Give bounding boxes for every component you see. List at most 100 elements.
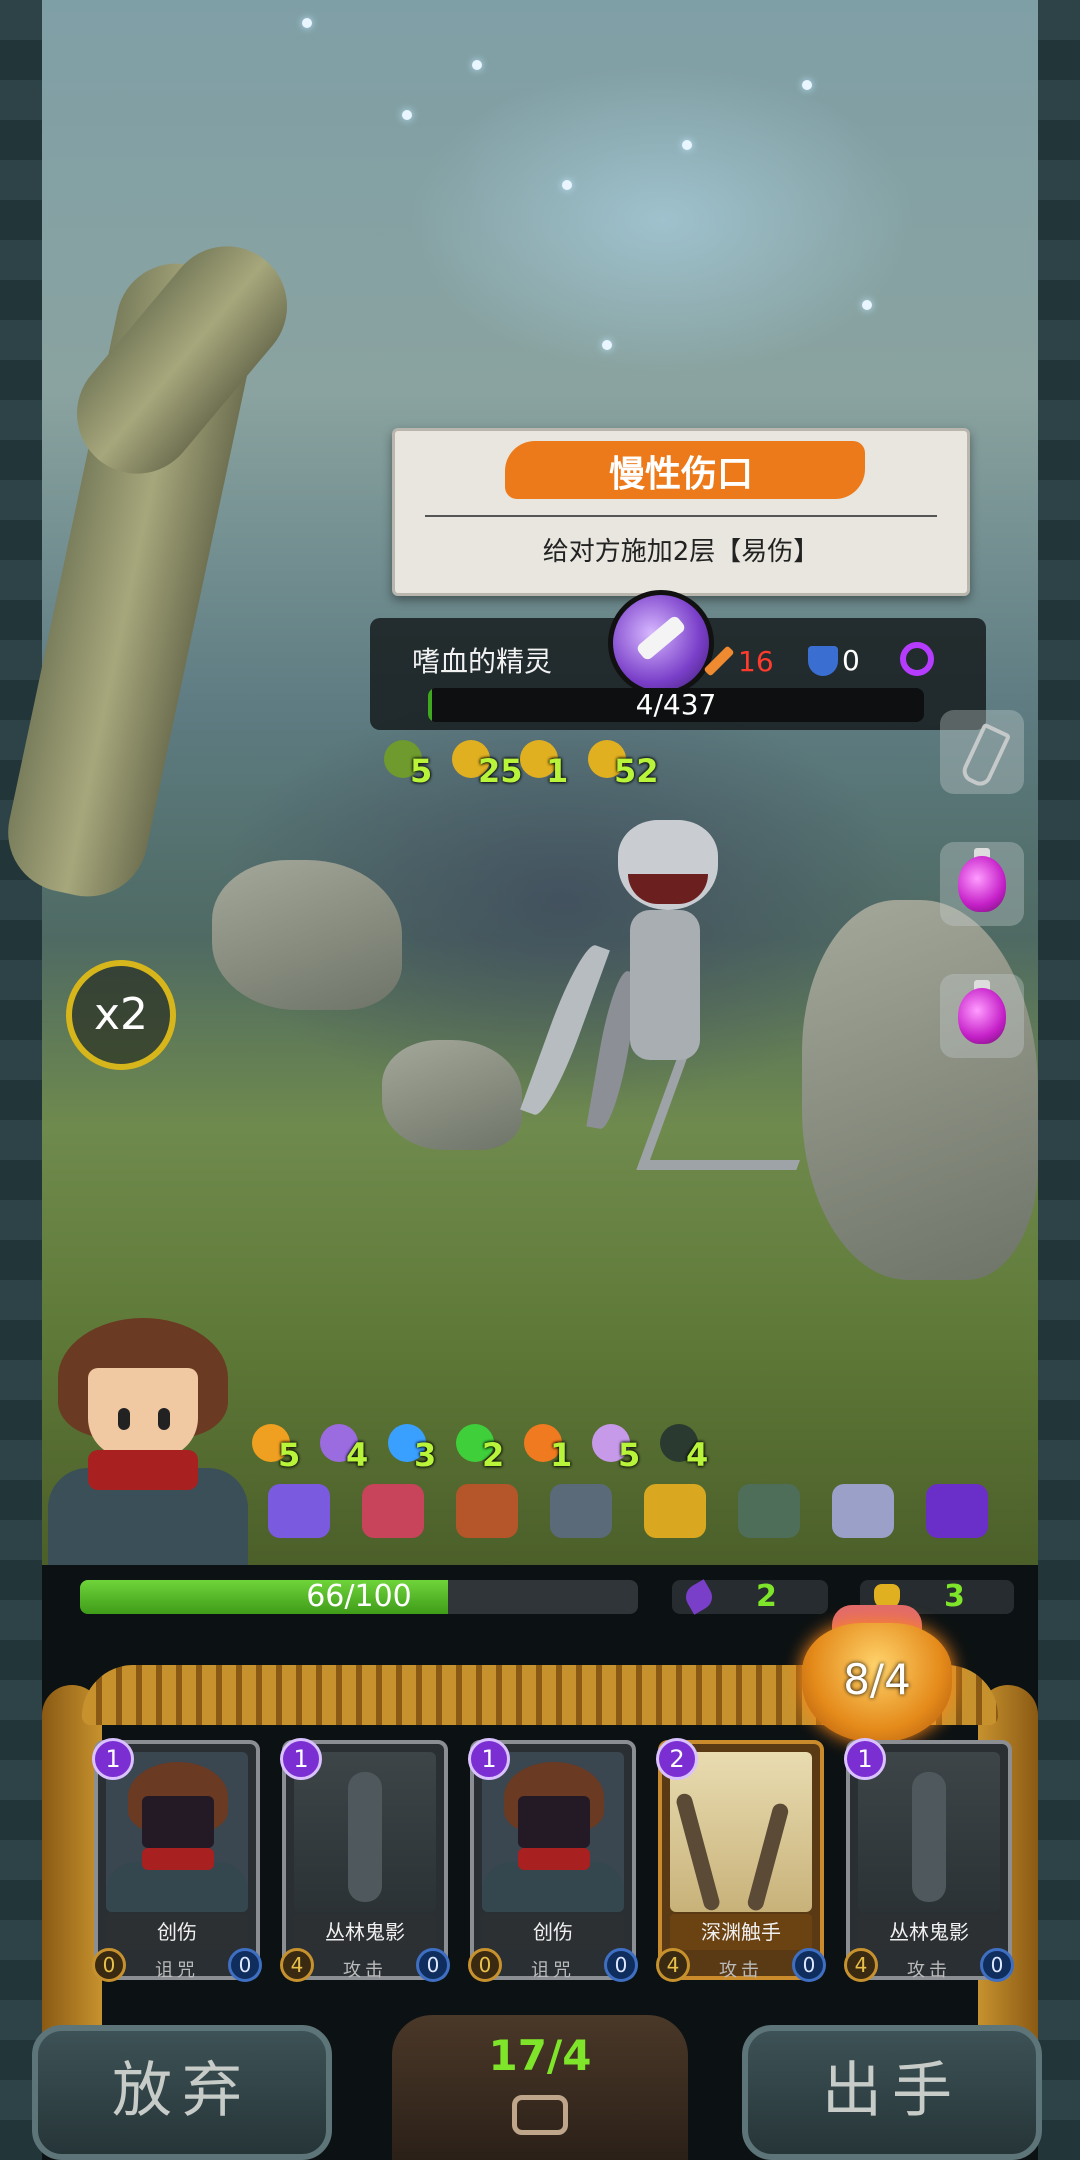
card-left-value: 0 [92,1948,126,1982]
left-bezel [0,0,42,2160]
player-hp-text: 66/100 [306,1580,412,1614]
player-buff-value: 2 [482,1436,505,1474]
relic-slot[interactable] [638,1478,714,1546]
card-left-value: 4 [280,1948,314,1982]
card-name: 丛林鬼影 [294,1914,436,1950]
enemy-hp-bar: 4/437 [428,688,924,722]
hand-card[interactable]: 1 创伤 诅咒 0 0 [92,1738,262,1982]
potion-slot[interactable] [940,974,1024,1058]
player-buff[interactable]: 5 [592,1424,660,1474]
sparkle [602,340,612,350]
relic-bar [262,1478,1014,1546]
bottom-panel: 66/100 2 3 8/4 1 创伤 诅咒 0 0 1 丛林鬼影 攻击 4 0 1 创伤 诅咒 0 0 2 深… [32,1565,1042,2160]
enemy-name: 嗜血的精灵 [412,645,553,678]
relic-slot[interactable] [920,1478,996,1546]
potion-slot[interactable] [940,842,1024,926]
sparkle [562,180,572,190]
player-buff[interactable]: 1 [524,1424,592,1474]
right-bezel [1038,0,1080,2160]
purple-potion-icon [958,988,1006,1044]
game-screen: 慢性伤口 给对方施加2层【易伤】 嗜血的精灵 16 0 4/437 5 25 1 52… [0,0,1080,2160]
relic-slot[interactable] [732,1478,808,1546]
enemy-monster[interactable] [510,820,844,1180]
relic-slot[interactable] [356,1478,432,1546]
enemy-buff-value: 5 [410,752,433,790]
player-buff[interactable]: 4 [320,1424,388,1474]
player-buff-value: 1 [550,1436,573,1474]
player-buff-value: 5 [618,1436,641,1474]
enemy-buff[interactable]: 5 [384,740,452,790]
enemy-defense-value: 0 [842,644,860,677]
sparkle [472,60,482,70]
enemy-buff[interactable]: 52 [588,740,659,790]
card-type: 攻击 [719,1960,763,1981]
enemy-skill-orb-icon[interactable] [608,590,714,696]
speed-toggle-button[interactable]: x2 [66,960,176,1070]
player-buff[interactable]: 4 [660,1424,728,1474]
relic-slot[interactable] [262,1478,338,1546]
relic-slot[interactable] [450,1478,526,1546]
rock [382,1040,522,1150]
enemy-buff[interactable]: 25 [452,740,523,790]
flower-relic-icon [362,1484,424,1538]
card-type: 诅咒 [155,1960,199,1981]
card-art [294,1752,436,1912]
player-buff[interactable]: 5 [252,1424,320,1474]
enemy-buff-value: 1 [546,752,569,790]
empty-potion-slot[interactable] [940,710,1024,794]
tome-relic-icon [644,1484,706,1538]
skill-tooltip: 慢性伤口 给对方施加2层【易伤】 [392,428,970,596]
enemy-buff-row: 5 25 1 52 [384,740,659,790]
card-art [482,1752,624,1912]
card-cost: 1 [844,1738,886,1780]
enemy-buff[interactable]: 1 [520,740,588,790]
swirl-icon[interactable] [900,642,934,676]
enemy-buff-value: 25 [478,752,523,790]
purple-potion-icon [958,856,1006,912]
rock [212,860,402,1010]
card-cost: 1 [92,1738,134,1780]
relic-slot[interactable] [826,1478,902,1546]
player-buff-value: 5 [278,1436,301,1474]
divider [425,515,937,517]
hand-card[interactable]: 1 丛林鬼影 攻击 4 0 [844,1738,1014,1982]
hand-card[interactable]: 1 创伤 诅咒 0 0 [468,1738,638,1982]
shield-icon [808,645,838,676]
card-art [858,1752,1000,1912]
player-buff[interactable]: 3 [388,1424,456,1474]
tooltip-description: 给对方施加2层【易伤】 [542,537,820,567]
play-button[interactable]: 出手 [742,2025,1042,2160]
card-type: 攻击 [343,1960,387,1981]
card-art [106,1752,248,1912]
scroll-relic-icon [268,1484,330,1538]
player-buff[interactable]: 2 [456,1424,524,1474]
relic-slot[interactable] [544,1478,620,1546]
card-name: 创伤 [482,1914,624,1950]
card-type: 攻击 [907,1960,951,1981]
card-left-value: 4 [844,1948,878,1982]
card-left-value: 0 [468,1948,502,1982]
sparkle [402,110,412,120]
player-strength-value: 3 [944,1579,965,1614]
belt-relic-icon [456,1484,518,1538]
deck-count: 17/4 [488,2031,592,2080]
card-right-value: 0 [980,1948,1014,1982]
card-cost: 1 [468,1738,510,1780]
enemy-attack-stat: 16 [703,644,774,678]
hand-cards: 1 创伤 诅咒 0 0 1 丛林鬼影 攻击 4 0 1 创伤 诅咒 0 0 2 深渊触手 攻击 4 0 1 丛林鬼影 攻击 4… [92,1738,1034,1982]
card-cost: 1 [280,1738,322,1780]
card-right-value: 0 [228,1948,262,1982]
empty-vial-icon [958,722,1012,790]
card-type: 诅咒 [531,1960,575,1981]
sparkle [862,300,872,310]
hand-card[interactable]: 1 丛林鬼影 攻击 4 0 [280,1738,450,1982]
shuriken-relic-icon [832,1484,894,1538]
sparkle [682,140,692,150]
player-buff-value: 4 [686,1436,709,1474]
card-cost: 2 [656,1738,698,1780]
rock [802,900,1038,1280]
hand-card[interactable]: 2 深渊触手 攻击 4 0 [656,1738,826,1982]
card-art [670,1752,812,1912]
card-right-value: 0 [792,1948,826,1982]
give-up-button[interactable]: 放弃 [32,2025,332,2160]
